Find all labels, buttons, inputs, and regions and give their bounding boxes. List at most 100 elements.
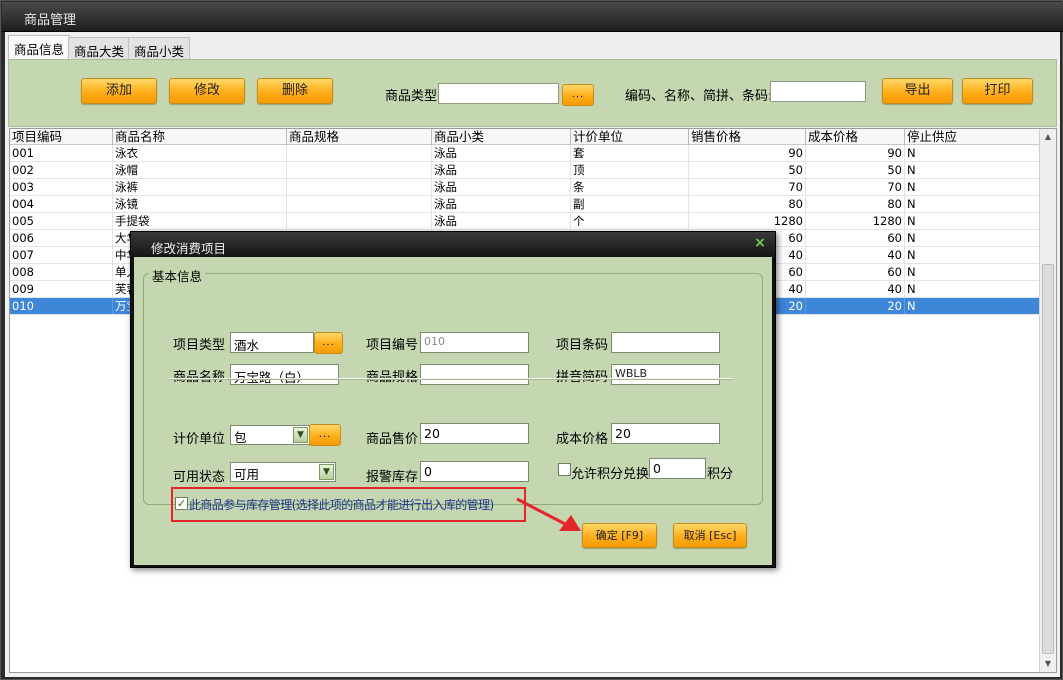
column-header[interactable]: 销售价格 bbox=[689, 129, 806, 145]
table-cell: 泳品 bbox=[432, 213, 571, 229]
add-button[interactable]: 添加 bbox=[81, 78, 157, 104]
unit-select[interactable]: 包 ▼ bbox=[230, 425, 310, 445]
table-cell bbox=[287, 162, 432, 178]
table-cell: 005 bbox=[10, 213, 113, 229]
search-label: 编码、名称、简拼、条码: bbox=[625, 89, 773, 104]
print-button[interactable]: 打印 bbox=[962, 78, 1033, 104]
sale-price-input[interactable]: 20 bbox=[420, 423, 529, 444]
item-type-input[interactable]: 酒水 bbox=[230, 332, 314, 353]
product-spec-input[interactable] bbox=[420, 364, 529, 385]
allow-points-label[interactable]: 允许积分兑换 bbox=[571, 463, 649, 482]
table-cell: 60 bbox=[806, 230, 905, 246]
table-cell: 010 bbox=[10, 298, 113, 314]
tab-strip: 商品信息 商品大类 商品小类 bbox=[5, 32, 1060, 60]
product-type-input[interactable] bbox=[438, 83, 559, 104]
item-barcode-label: 项目条码 bbox=[556, 338, 609, 353]
unit-label: 计价单位 bbox=[173, 432, 226, 447]
export-button[interactable]: 导出 bbox=[882, 78, 953, 104]
chevron-down-icon[interactable]: ▼ bbox=[319, 464, 334, 480]
table-cell: 50 bbox=[689, 162, 806, 178]
table-cell: 20 bbox=[806, 298, 905, 314]
table-cell: 80 bbox=[806, 196, 905, 212]
product-name-input[interactable]: 万宝路（白） bbox=[230, 364, 339, 385]
cancel-button[interactable]: 取消 [Esc] bbox=[673, 523, 747, 548]
table-cell: 004 bbox=[10, 196, 113, 212]
table-cell bbox=[287, 145, 432, 161]
dialog-title: 修改消费项目 bbox=[151, 241, 227, 256]
table-cell: 泳镜 bbox=[113, 196, 287, 212]
column-header[interactable]: 停止供应 bbox=[905, 129, 1040, 145]
points-input[interactable]: 0 bbox=[649, 458, 706, 479]
table-cell: 009 bbox=[10, 281, 113, 297]
table-cell bbox=[287, 179, 432, 195]
table-cell: N bbox=[905, 247, 1040, 263]
item-type-picker-button[interactable]: ... bbox=[314, 332, 343, 354]
chevron-down-icon[interactable]: ▼ bbox=[293, 427, 308, 443]
column-header[interactable]: 商品小类 bbox=[432, 129, 571, 145]
scroll-down-icon[interactable]: ▼ bbox=[1040, 656, 1056, 672]
table-cell: 40 bbox=[806, 247, 905, 263]
dialog-title-bar[interactable]: 修改消费项目 × bbox=[131, 232, 775, 257]
table-cell: 顶 bbox=[571, 162, 689, 178]
table-row[interactable]: 001 泳衣 泳品套 90 90 N bbox=[10, 145, 1040, 162]
section-divider bbox=[170, 378, 732, 380]
table-cell: 002 bbox=[10, 162, 113, 178]
close-icon[interactable]: × bbox=[753, 236, 767, 250]
item-code-input[interactable]: 010 bbox=[420, 332, 529, 353]
search-input[interactable] bbox=[770, 81, 866, 102]
item-type-label: 项目类型 bbox=[173, 338, 226, 353]
column-header[interactable]: 商品规格 bbox=[287, 129, 432, 145]
table-cell: N bbox=[905, 298, 1040, 314]
table-cell: 1280 bbox=[689, 213, 806, 229]
column-header[interactable]: 项目编码 bbox=[10, 129, 113, 145]
tab-product-category[interactable]: 商品大类 bbox=[68, 37, 131, 59]
table-cell: 泳裤 bbox=[113, 179, 287, 195]
table-row[interactable]: 004 泳镜 泳品副 80 80 N bbox=[10, 196, 1040, 213]
scrollbar-thumb[interactable] bbox=[1042, 264, 1054, 654]
status-label: 可用状态 bbox=[173, 470, 226, 485]
product-type-picker-button[interactable]: ... bbox=[562, 84, 594, 106]
table-row[interactable]: 005 手提袋 泳品个 1280 1280 N bbox=[10, 213, 1040, 230]
group-title: 基本信息 bbox=[149, 266, 206, 285]
table-row[interactable]: 002 泳帽 泳品顶 50 50 N bbox=[10, 162, 1040, 179]
dialog-body: 基本信息 项目类型 酒水 ... 项目编号 010 项目条码 商品名称 万宝路（… bbox=[134, 257, 772, 565]
table-cell: 泳品 bbox=[432, 145, 571, 161]
item-code-label: 项目编号 bbox=[366, 338, 419, 353]
column-header[interactable]: 成本价格 bbox=[806, 129, 905, 145]
table-cell: 副 bbox=[571, 196, 689, 212]
table-cell: 条 bbox=[571, 179, 689, 195]
grid-header: 项目编码 商品名称 商品规格 商品小类 计价单位 销售价格 成本价格 停止供应 bbox=[10, 129, 1040, 145]
table-cell: 泳品 bbox=[432, 179, 571, 195]
window-title: 商品管理 bbox=[24, 13, 77, 28]
alert-stock-input[interactable]: 0 bbox=[420, 461, 529, 482]
ok-button[interactable]: 确定 [F9] bbox=[582, 523, 657, 548]
cost-price-input[interactable]: 20 bbox=[611, 423, 720, 444]
table-row[interactable]: 003 泳裤 泳品条 70 70 N bbox=[10, 179, 1040, 196]
item-barcode-input[interactable] bbox=[611, 332, 720, 353]
table-cell: 个 bbox=[571, 213, 689, 229]
product-name-label: 商品名称 bbox=[173, 370, 226, 385]
table-cell: N bbox=[905, 179, 1040, 195]
status-select[interactable]: 可用 ▼ bbox=[230, 462, 336, 482]
delete-button[interactable]: 删除 bbox=[257, 78, 333, 104]
column-header[interactable]: 计价单位 bbox=[571, 129, 689, 145]
table-cell: 泳衣 bbox=[113, 145, 287, 161]
table-cell: 70 bbox=[689, 179, 806, 195]
pinyin-code-input[interactable]: WBLB bbox=[611, 364, 720, 385]
table-cell: 003 bbox=[10, 179, 113, 195]
table-cell: N bbox=[905, 264, 1040, 280]
tab-product-subcategory[interactable]: 商品小类 bbox=[128, 37, 191, 59]
unit-picker-button[interactable]: ... bbox=[309, 424, 341, 446]
column-header[interactable]: 商品名称 bbox=[113, 129, 287, 145]
allow-points-checkbox[interactable] bbox=[558, 463, 571, 476]
edit-button[interactable]: 修改 bbox=[169, 78, 245, 104]
title-bar[interactable]: 商品管理 bbox=[2, 2, 1063, 32]
points-suffix: 积分 bbox=[707, 467, 734, 482]
table-cell: N bbox=[905, 162, 1040, 178]
tab-product-info[interactable]: 商品信息 bbox=[8, 35, 71, 60]
annotation-highlight-box bbox=[171, 487, 526, 522]
scroll-up-icon[interactable]: ▲ bbox=[1040, 129, 1056, 145]
vertical-scrollbar[interactable]: ▲ ▼ bbox=[1039, 129, 1056, 672]
table-cell: 50 bbox=[806, 162, 905, 178]
table-cell: 007 bbox=[10, 247, 113, 263]
